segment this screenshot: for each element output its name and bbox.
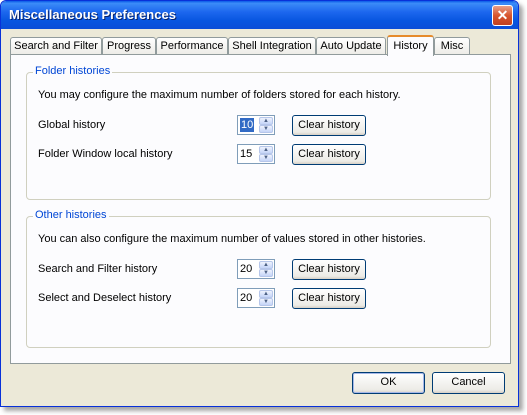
preferences-dialog: Miscellaneous Preferences ✕ Search and F…: [0, 0, 519, 407]
folder-histories-description: You may configure the maximum number of …: [38, 89, 401, 101]
tab-performance[interactable]: Performance: [156, 37, 228, 55]
tab-auto-update[interactable]: Auto Update: [316, 37, 386, 55]
search-filter-history-spinner[interactable]: 20 ▲ ▼: [237, 259, 275, 279]
title-bar[interactable]: Miscellaneous Preferences ✕: [1, 1, 518, 29]
clear-select-deselect-history-button[interactable]: Clear history: [292, 288, 366, 309]
clear-search-filter-history-button[interactable]: Clear history: [292, 259, 366, 280]
other-histories-description: You can also configure the maximum numbe…: [38, 233, 426, 245]
cancel-button[interactable]: Cancel: [432, 372, 505, 394]
global-history-spinner[interactable]: 10 ▲ ▼: [237, 115, 275, 135]
select-deselect-history-label: Select and Deselect history: [38, 292, 172, 304]
tab-shell-integration[interactable]: Shell Integration: [228, 37, 316, 55]
clear-folder-window-history-button[interactable]: Clear history: [292, 144, 366, 165]
other-histories-title: Other histories: [33, 209, 109, 221]
tab-misc[interactable]: Misc: [434, 37, 470, 55]
spin-up-icon[interactable]: ▲: [259, 117, 273, 125]
close-icon: ✕: [496, 7, 509, 23]
other-histories-group: Other histories You can also configure t…: [26, 209, 491, 348]
tab-search-and-filter[interactable]: Search and Filter: [10, 37, 102, 55]
spin-down-icon[interactable]: ▼: [259, 154, 273, 162]
select-deselect-history-value[interactable]: 20: [240, 291, 252, 305]
folder-window-history-label: Folder Window local history: [38, 148, 173, 160]
window-title: Miscellaneous Preferences: [9, 7, 176, 22]
search-filter-history-label: Search and Filter history: [38, 263, 158, 275]
global-history-label: Global history: [38, 119, 106, 131]
spin-up-icon[interactable]: ▲: [259, 290, 273, 298]
folder-histories-title: Folder histories: [33, 65, 113, 77]
clear-global-history-button[interactable]: Clear history: [292, 115, 366, 136]
tab-panel-history: Folder histories You may configure the m…: [10, 54, 511, 364]
search-filter-history-value[interactable]: 20: [240, 262, 252, 276]
spin-up-icon[interactable]: ▲: [259, 261, 273, 269]
folder-histories-group: Folder histories You may configure the m…: [26, 65, 491, 200]
close-button[interactable]: ✕: [492, 5, 513, 26]
tab-history[interactable]: History: [387, 35, 434, 56]
folder-window-history-value[interactable]: 15: [240, 147, 252, 161]
spin-down-icon[interactable]: ▼: [259, 298, 273, 306]
global-history-value[interactable]: 10: [240, 118, 255, 132]
spin-down-icon[interactable]: ▼: [259, 269, 273, 277]
ok-button[interactable]: OK: [352, 372, 425, 394]
spin-up-icon[interactable]: ▲: [259, 146, 273, 154]
tab-progress[interactable]: Progress: [102, 37, 156, 55]
spin-down-icon[interactable]: ▼: [259, 125, 273, 133]
select-deselect-history-spinner[interactable]: 20 ▲ ▼: [237, 288, 275, 308]
folder-window-history-spinner[interactable]: 15 ▲ ▼: [237, 144, 275, 164]
